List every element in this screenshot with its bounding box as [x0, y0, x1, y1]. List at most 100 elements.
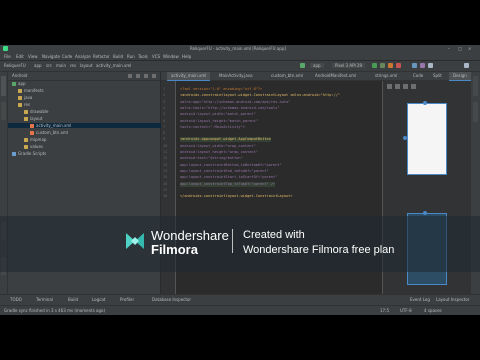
- hide-icon[interactable]: [152, 74, 156, 78]
- layout-inspector-tab[interactable]: Layout Inspector: [436, 297, 470, 302]
- close-button[interactable]: ×: [468, 46, 471, 52]
- constraint-handle-left[interactable]: [403, 136, 407, 140]
- code-line[interactable]: android:layout_width="match_parent": [180, 112, 256, 117]
- menu-analyze[interactable]: Analyze: [75, 54, 91, 59]
- terminal-tab[interactable]: Terminal: [36, 297, 53, 302]
- code-line[interactable]: </androidx.constraintlayout.widget.Const…: [180, 194, 293, 199]
- menu-refactor[interactable]: Refactor: [93, 54, 110, 59]
- database-inspector-tab[interactable]: Database Inspector: [152, 297, 191, 302]
- project-view-select[interactable]: Android: [12, 73, 27, 78]
- code-line[interactable]: tools:context=".MainActivity">: [180, 125, 245, 130]
- code-line[interactable]: <androidx.appcompat.widget.AppCompatButt…: [180, 137, 271, 143]
- line-number: 14: [163, 168, 168, 173]
- menu-help[interactable]: Help: [182, 54, 191, 59]
- sdk-manager-icon[interactable]: [428, 63, 433, 68]
- collapse-icon[interactable]: [136, 74, 140, 78]
- tab-custom-btn[interactable]: custom_btn.xml: [267, 72, 307, 80]
- breadcrumb-project[interactable]: ReliquerFU: [4, 63, 26, 68]
- tab-code-mode[interactable]: Code: [409, 72, 427, 80]
- code-line[interactable]: xmlns:app="http://schemas.android.com/ap…: [180, 100, 290, 105]
- tree-folder-item[interactable]: manifests: [8, 88, 170, 93]
- menu-build[interactable]: Build: [113, 54, 123, 59]
- sync-icon[interactable]: [412, 63, 417, 68]
- maximize-button[interactable]: □: [458, 46, 462, 52]
- device-select[interactable]: Pixel 3 API 29: [332, 63, 366, 68]
- profiler-tab[interactable]: Profiler: [120, 297, 134, 302]
- code-line[interactable]: android:layout_height="match_parent": [180, 119, 258, 124]
- tree-folder-item[interactable]: values: [8, 144, 176, 149]
- tree-file-item[interactable]: custom_btn.xml: [8, 130, 182, 135]
- tab-main-activity[interactable]: MainActivity.java: [215, 72, 257, 80]
- minimize-button[interactable]: –: [448, 46, 450, 52]
- tree-folder-item[interactable]: app: [8, 81, 164, 86]
- breadcrumb-res[interactable]: res: [70, 63, 76, 68]
- code-line[interactable]: android:layout_width="wrap_content": [180, 144, 256, 149]
- menu-vcs[interactable]: VCS: [152, 54, 160, 59]
- tab-split-mode[interactable]: Split: [429, 72, 446, 80]
- menu-view[interactable]: View: [28, 54, 38, 59]
- filmora-logo-icon: [126, 233, 144, 249]
- resource-manager-tab[interactable]: [1, 102, 6, 120]
- menu-window[interactable]: Window: [163, 54, 179, 59]
- palette-icon[interactable]: [387, 84, 392, 89]
- tab-activity-main[interactable]: activity_main.xml: [167, 72, 211, 81]
- breadcrumb-main[interactable]: main: [56, 63, 66, 68]
- tree-folder-item[interactable]: layout: [8, 116, 176, 121]
- android-studio-icon: [3, 46, 8, 51]
- hammer-icon[interactable]: [300, 63, 305, 68]
- run-config-select[interactable]: app: [310, 63, 324, 68]
- code-line[interactable]: app:layout_constraintTop_toTopOf="parent…: [180, 181, 276, 187]
- tree-folder-item[interactable]: res: [8, 102, 170, 107]
- file-encoding[interactable]: UTF-8: [400, 308, 412, 313]
- build-tab[interactable]: Build: [68, 297, 78, 302]
- tree-file-item[interactable]: activity_main.xml: [8, 123, 182, 128]
- run-icon[interactable]: [372, 63, 377, 68]
- globe-icon[interactable]: [128, 74, 132, 78]
- breadcrumb-file[interactable]: activity_main.xml: [96, 63, 131, 68]
- event-log-tab[interactable]: Event Log: [410, 297, 430, 302]
- todo-tab[interactable]: TODO: [10, 297, 22, 302]
- night-mode-icon[interactable]: [403, 84, 408, 89]
- code-line[interactable]: <?xml version="1.0" encoding="utf-8"?>: [180, 87, 262, 92]
- stop-icon[interactable]: [396, 63, 401, 68]
- breadcrumb-app[interactable]: app: [34, 63, 42, 68]
- menu-file[interactable]: File: [4, 54, 11, 59]
- menu-edit[interactable]: Edit: [16, 54, 24, 59]
- code-line[interactable]: app:layout_constraintBottom_toBottomOf="…: [180, 163, 282, 168]
- menu-run[interactable]: Run: [127, 54, 135, 59]
- tab-design-mode[interactable]: Design: [449, 72, 471, 81]
- breadcrumb-layout[interactable]: layout: [80, 63, 92, 68]
- gradle-tool-tab[interactable]: [473, 76, 478, 96]
- cursor-position[interactable]: 17:5: [380, 308, 389, 313]
- phone-preview[interactable]: [407, 103, 447, 175]
- code-line[interactable]: app:layout_constraintEnd_toEndOf="parent…: [180, 169, 269, 174]
- constraint-handle-top[interactable]: [423, 101, 427, 105]
- tree-folder-item[interactable]: Gradle Scripts: [8, 151, 164, 156]
- code-line[interactable]: android:text="@string/button": [180, 156, 243, 161]
- tab-android-manifest[interactable]: AndroidManifest.xml: [311, 72, 360, 80]
- code-line[interactable]: xmlns:tools="http://schemas.android.com/…: [180, 106, 280, 111]
- code-line[interactable]: app:layout_constraintStart_toStartOf="pa…: [180, 175, 277, 180]
- tree-folder-item[interactable]: mipmap: [8, 137, 176, 142]
- avd-manager-icon[interactable]: [420, 63, 425, 68]
- code-line[interactable]: android:layout_height="wrap_content": [180, 150, 258, 155]
- device-manager-tab[interactable]: [473, 102, 478, 122]
- menu-tools[interactable]: Tools: [138, 54, 148, 59]
- tree-folder-item[interactable]: drawable: [8, 109, 176, 114]
- gear-icon[interactable]: [144, 74, 148, 78]
- code-line[interactable]: <androidx.constraintlayout.widget.Constr…: [180, 93, 340, 98]
- tab-strings[interactable]: strings.xml: [371, 72, 401, 80]
- menu-navigate[interactable]: Navigate: [42, 54, 60, 59]
- menu-code[interactable]: Code: [62, 54, 72, 59]
- blueprint-handle-top[interactable]: [423, 211, 427, 215]
- debug-icon[interactable]: [380, 63, 385, 68]
- search-icon[interactable]: [464, 63, 469, 68]
- project-tool-tab[interactable]: [1, 76, 6, 96]
- breadcrumb-src[interactable]: src: [46, 63, 52, 68]
- device-icon[interactable]: [411, 84, 416, 89]
- indent-setting[interactable]: 4 spaces: [424, 308, 442, 313]
- logcat-tab[interactable]: Logcat: [92, 297, 105, 302]
- tree-folder-item[interactable]: java: [8, 95, 170, 100]
- profile-icon[interactable]: [388, 63, 393, 68]
- orientation-icon[interactable]: [395, 84, 400, 89]
